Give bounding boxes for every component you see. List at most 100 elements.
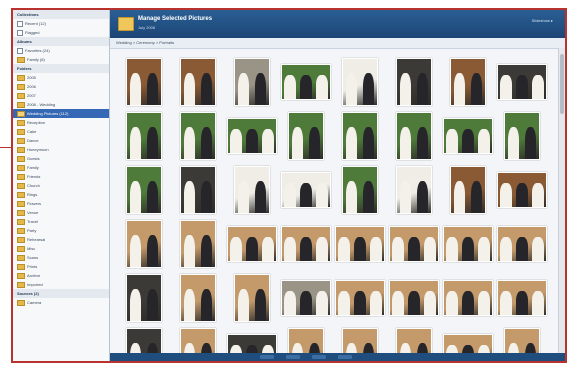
photo-thumbnail[interactable] xyxy=(497,172,547,208)
photo-thumbnail[interactable] xyxy=(227,118,277,154)
photo-figure xyxy=(146,126,159,159)
sidebar-item[interactable]: Imported xyxy=(13,280,109,289)
photo-thumbnail[interactable] xyxy=(281,64,331,100)
sidebar-item[interactable]: Flowers xyxy=(13,199,109,208)
photo-thumbnail[interactable] xyxy=(234,166,270,214)
sidebar-item[interactable]: Favorites (24) xyxy=(13,46,109,55)
sidebar-item[interactable]: Friends xyxy=(13,172,109,181)
sidebar-item-label: Scans xyxy=(27,255,39,260)
photo-thumbnail[interactable] xyxy=(504,112,540,160)
photo-thumbnail[interactable] xyxy=(288,112,324,160)
photo-figure xyxy=(200,126,213,159)
photo-thumbnail[interactable] xyxy=(497,64,547,100)
photo-thumbnail[interactable] xyxy=(396,112,432,160)
photo-figure xyxy=(284,291,296,315)
sidebar-item[interactable]: 2006 xyxy=(13,82,109,91)
sidebar-item[interactable]: Family xyxy=(13,163,109,172)
photo-thumbnail[interactable] xyxy=(234,58,270,106)
folder-icon xyxy=(17,245,25,252)
prev-button[interactable] xyxy=(260,355,274,359)
photo-thumbnail[interactable] xyxy=(234,274,270,322)
sidebar-item[interactable]: Camera xyxy=(13,298,109,307)
photo-figure xyxy=(370,237,382,261)
photo-thumbnail[interactable] xyxy=(180,220,216,268)
photo-thumbnail[interactable] xyxy=(180,58,216,106)
photo-thumbnail[interactable] xyxy=(126,166,162,214)
sidebar-item[interactable]: 2008 - Wedding xyxy=(13,100,109,109)
sidebar-item[interactable]: Travel xyxy=(13,217,109,226)
photo-figure xyxy=(424,291,436,315)
scroll-thumb[interactable] xyxy=(560,54,564,114)
sidebar-item[interactable]: Rings xyxy=(13,190,109,199)
sidebar-item[interactable]: Rehearsal xyxy=(13,235,109,244)
sidebar-item-label: Misc xyxy=(27,246,36,251)
photo-figure xyxy=(146,234,159,267)
photo-thumbnail[interactable] xyxy=(497,280,547,316)
sidebar-section-header: Collections xyxy=(13,10,109,19)
folder-icon xyxy=(17,137,25,144)
sidebar-item[interactable]: Misc xyxy=(13,244,109,253)
sidebar-item[interactable]: Venue xyxy=(13,208,109,217)
breadcrumb[interactable]: Wedding > Ceremony > Portraits xyxy=(116,40,174,45)
photo-thumbnail[interactable] xyxy=(335,280,385,316)
sidebar-item[interactable]: Family (8) xyxy=(13,55,109,64)
photo-thumbnail[interactable] xyxy=(342,112,378,160)
sidebar-item-label: Folders xyxy=(17,66,32,71)
photo-thumbnail[interactable] xyxy=(227,226,277,262)
info-button[interactable] xyxy=(338,355,352,359)
photo-thumbnail[interactable] xyxy=(281,172,331,208)
sidebar-item[interactable]: Reception xyxy=(13,118,109,127)
photo-figure xyxy=(424,237,436,261)
photo-thumbnail[interactable] xyxy=(126,220,162,268)
photo-thumbnail[interactable] xyxy=(450,166,486,214)
sidebar-item[interactable]: Archive xyxy=(13,271,109,280)
photo-thumbnail[interactable] xyxy=(497,226,547,262)
photo-thumbnail[interactable] xyxy=(180,166,216,214)
sidebar-item-label: Friends xyxy=(27,174,41,179)
photo-thumbnail[interactable] xyxy=(396,166,432,214)
sidebar-item[interactable]: Wedding Pictures (112) xyxy=(13,109,109,118)
photo-thumbnail[interactable] xyxy=(126,58,162,106)
sidebar-item[interactable]: Party xyxy=(13,226,109,235)
sidebar-item[interactable]: Guests xyxy=(13,154,109,163)
sidebar-item[interactable]: Dance xyxy=(13,136,109,145)
photo-thumbnail[interactable] xyxy=(443,226,493,262)
sidebar-item-label: Cake xyxy=(27,129,37,134)
photo-thumbnail[interactable] xyxy=(342,58,378,106)
photo-thumbnail[interactable] xyxy=(335,226,385,262)
sidebar-item[interactable]: Recent (12) xyxy=(13,19,109,28)
photo-thumbnail[interactable] xyxy=(389,226,439,262)
folder-icon xyxy=(17,281,25,288)
photo-thumbnail[interactable] xyxy=(443,280,493,316)
photo-thumbnail[interactable] xyxy=(180,274,216,322)
photo-thumbnail[interactable] xyxy=(396,58,432,106)
sidebar-item[interactable]: Cake xyxy=(13,127,109,136)
sidebar-item[interactable]: Prints xyxy=(13,262,109,271)
photo-thumbnail[interactable] xyxy=(389,280,439,316)
photo-thumbnail[interactable] xyxy=(281,280,331,316)
slideshow-link[interactable]: Slideshow ▸ xyxy=(532,18,553,23)
sidebar-item[interactable]: 2005 xyxy=(13,73,109,82)
scrollbar[interactable] xyxy=(558,48,565,353)
photo-thumbnail[interactable] xyxy=(126,274,162,322)
sidebar-item[interactable]: Flagged xyxy=(13,28,109,37)
photo-figure xyxy=(338,291,350,315)
photo-figure xyxy=(478,291,490,315)
sidebar-item[interactable]: Scans xyxy=(13,253,109,262)
photo-thumbnail[interactable] xyxy=(281,226,331,262)
photo-thumbnail[interactable] xyxy=(180,112,216,160)
photo-thumbnail[interactable] xyxy=(450,58,486,106)
sidebar-item[interactable]: Church xyxy=(13,181,109,190)
photo-thumbnail[interactable] xyxy=(126,112,162,160)
photo-thumbnail[interactable] xyxy=(342,166,378,214)
photo-figure xyxy=(516,183,528,207)
play-button[interactable] xyxy=(286,355,300,359)
sidebar-item[interactable]: Honeymoon xyxy=(13,145,109,154)
sidebar-item[interactable]: 2007 xyxy=(13,91,109,100)
main-panel: Manage Selected Pictures July 2008 Slide… xyxy=(110,10,565,361)
sidebar-item-label: 2006 xyxy=(27,84,36,89)
folder-icon xyxy=(17,119,25,126)
photo-thumbnail[interactable] xyxy=(443,118,493,154)
photo-figure xyxy=(308,126,321,159)
next-button[interactable] xyxy=(312,355,326,359)
